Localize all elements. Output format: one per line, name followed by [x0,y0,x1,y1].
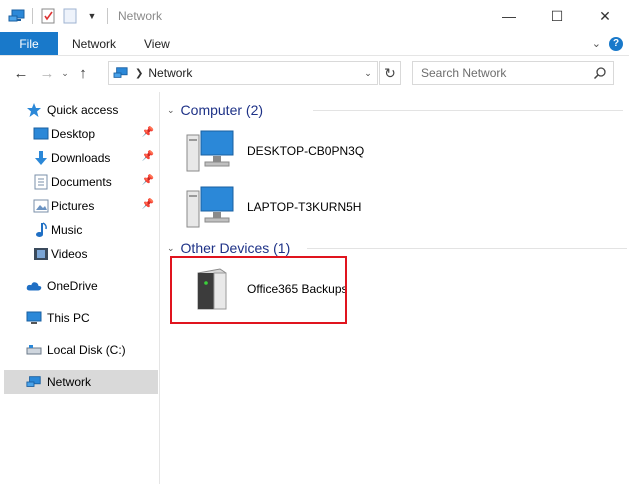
breadcrumb-separator-icon[interactable]: ❯ [135,68,143,79]
address-history-chevron-icon[interactable]: ⌄ [359,62,377,84]
pin-icon[interactable]: 📌 [142,199,154,210]
sidebar-item-music[interactable]: Music [4,218,158,242]
cloud-icon [26,278,42,294]
pin-icon[interactable]: 📌 [142,127,154,138]
close-button[interactable]: ✕ [581,0,629,32]
pin-icon[interactable]: 📌 [142,151,154,162]
network-icon [26,374,42,390]
back-arrow-icon[interactable]: ← [10,62,32,84]
group-divider [307,248,627,249]
breadcrumb-network[interactable]: Network [148,66,192,80]
sidebar-item-quick-access[interactable]: Quick access [4,98,158,122]
new-folder-icon[interactable] [61,7,79,25]
sidebar-item-videos[interactable]: Videos [4,242,158,266]
sidebar-item-network[interactable]: Network [4,370,158,394]
drive-icon [26,342,42,358]
group-title: Other Devices (1) [180,240,291,256]
minimize-button[interactable]: — [485,0,533,32]
tab-view[interactable]: View [130,32,184,55]
music-note-icon [33,222,49,238]
forward-arrow-icon[interactable]: → [36,62,58,84]
highlight-annotation-box [170,256,347,324]
collapse-chevron-icon[interactable]: ⌄ [167,243,175,254]
tab-file[interactable]: File [0,32,58,55]
toolbar-separator [107,8,108,24]
sidebar-item-label: This PC [47,311,90,325]
monitor-icon [26,310,42,326]
search-icon[interactable] [593,66,607,83]
search-box[interactable] [412,61,614,85]
sidebar-item-label: Network [47,375,92,389]
sidebar-item-label: Music [51,223,83,237]
sidebar-item-label: Downloads [51,151,111,165]
pictures-icon [33,198,49,214]
address-bar[interactable]: ❯ Network ⌄ [108,61,378,85]
list-item-desktop-computer[interactable]: DESKTOP-CB0PN3Q [169,126,389,176]
sidebar-item-documents[interactable]: Documents 📌 [4,170,158,194]
collapse-chevron-icon[interactable]: ⌄ [167,105,175,116]
list-item-laptop-computer[interactable]: LAPTOP-T3KURN5H [169,182,389,232]
group-title: Computer (2) [180,102,264,118]
search-input[interactable] [421,66,591,80]
up-arrow-icon[interactable]: ↑ [72,62,94,84]
device-label: DESKTOP-CB0PN3Q [247,144,365,158]
properties-icon[interactable] [39,7,57,25]
tab-network[interactable]: Network [58,32,130,55]
sidebar-item-label: Videos [51,247,88,261]
pin-icon[interactable]: 📌 [142,175,154,186]
recent-locations-chevron-icon[interactable]: ⌄ [58,62,72,84]
sidebar-item-label: Pictures [51,199,95,213]
star-icon [26,102,42,118]
desktop-icon [33,126,49,142]
network-icon [113,66,131,80]
sidebar-item-onedrive[interactable]: OneDrive [4,274,158,298]
sidebar-item-desktop[interactable]: Desktop 📌 [4,122,158,146]
sidebar-item-label: Local Disk (C:) [47,343,126,357]
computer-icon [183,183,237,231]
title-bar: ▼ Network — ☐ ✕ [0,0,629,32]
group-header-other-devices[interactable]: ⌄ Other Devices (1) [167,238,627,258]
expand-ribbon-icon[interactable]: ⌄ [592,37,601,50]
group-divider [313,110,623,111]
navigation-pane: Quick access Desktop 📌 Downloads 📌 Docum… [0,92,160,484]
maximize-button[interactable]: ☐ [533,0,581,32]
sidebar-item-this-pc[interactable]: This PC [4,306,158,330]
sidebar-item-local-disk[interactable]: Local Disk (C:) [4,338,158,362]
computer-icon [183,127,237,175]
document-icon [33,174,49,190]
sidebar-item-label: Documents [51,175,112,189]
refresh-button[interactable]: ↻ [379,61,401,85]
content-pane: ⌄ Computer (2) DESKTOP-CB0PN3Q LAPTOP-T3… [161,92,629,484]
group-header-computer[interactable]: ⌄ Computer (2) [167,100,627,120]
download-arrow-icon [33,150,49,166]
device-label: LAPTOP-T3KURN5H [247,200,362,214]
toolbar-separator [32,8,33,24]
quick-access-toolbar: ▼ [0,0,114,32]
ribbon-tabs: File Network View ⌄ ? [0,32,629,56]
customize-toolbar-icon[interactable]: ▼ [83,7,101,25]
help-icon[interactable]: ? [609,36,623,51]
sidebar-item-label: Quick access [47,103,119,117]
film-icon [33,246,49,262]
sidebar-item-label: Desktop [51,127,96,141]
network-icon [8,7,26,25]
window-title: Network [118,9,163,23]
sidebar-item-downloads[interactable]: Downloads 📌 [4,146,158,170]
sidebar-item-label: OneDrive [47,279,98,293]
navigation-bar: ← → ⌄ ↑ ❯ Network ⌄ ↻ [0,57,629,89]
window-controls: — ☐ ✕ [485,0,629,32]
sidebar-item-pictures[interactable]: Pictures 📌 [4,194,158,218]
